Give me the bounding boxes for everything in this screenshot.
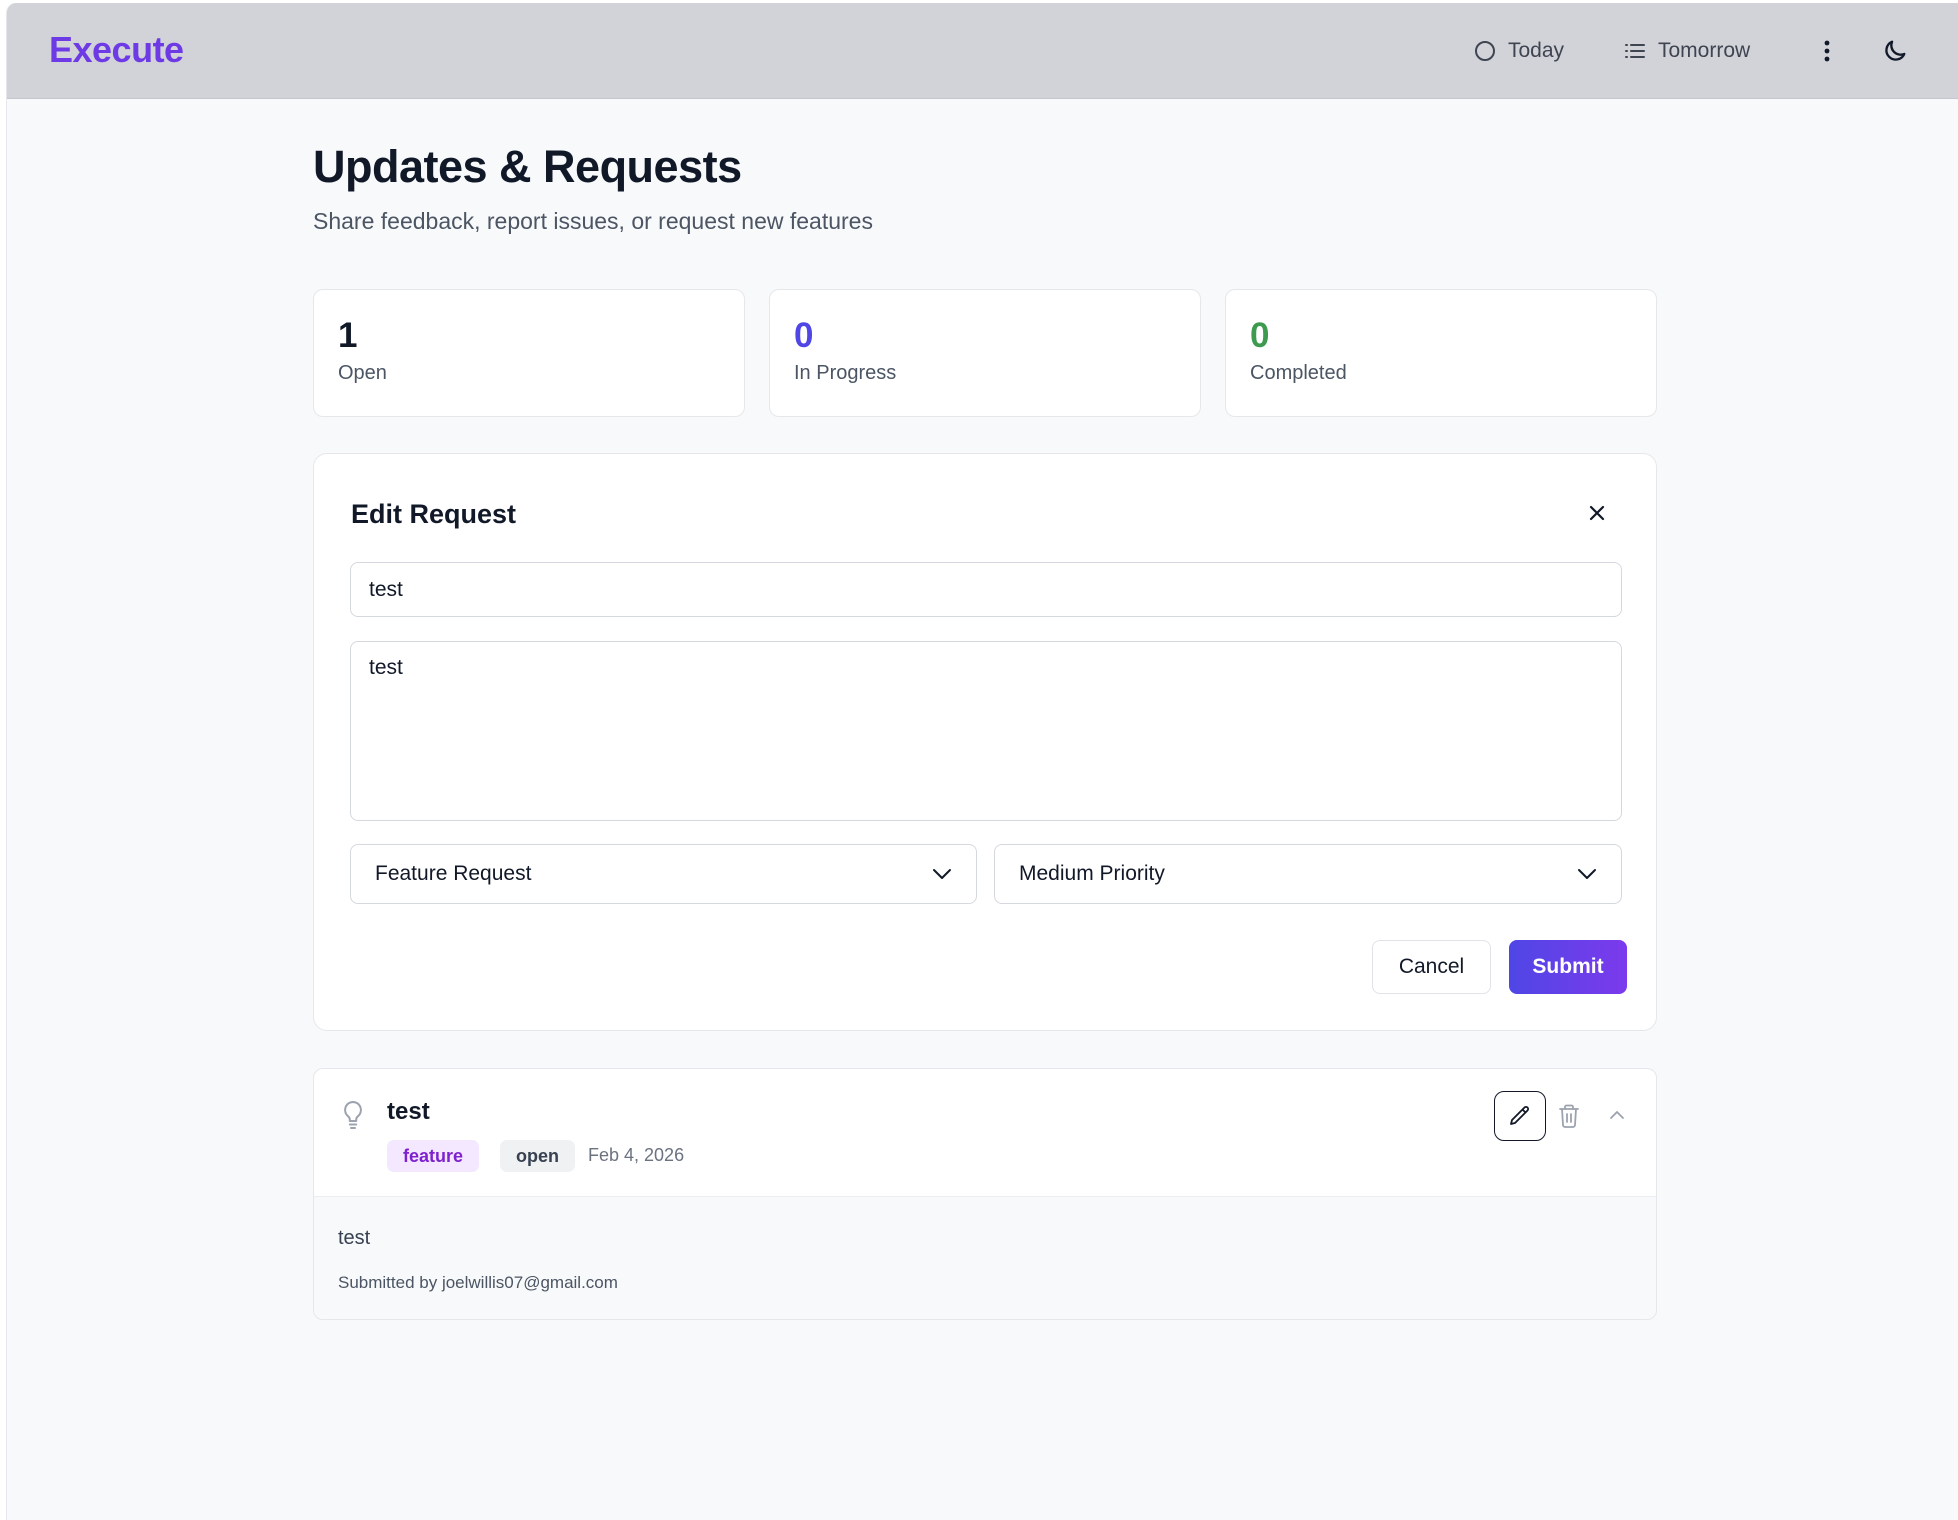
request-details: test Submitted by joelwillis07@gmail.com [314,1196,1656,1319]
stat-open-count: 1 [338,316,358,355]
stats-row: 1 Open 0 In Progress 0 Completed [313,289,1657,417]
request-submitted-by: Submitted by joelwillis07@gmail.com [338,1273,618,1292]
stat-completed-count: 0 [1250,316,1270,355]
stat-card-completed: 0 Completed [1225,289,1657,417]
collapse-request-button[interactable] [1606,1105,1628,1125]
stat-card-open: 1 Open [313,289,745,417]
request-status-badge: open [500,1140,575,1172]
request-type-select[interactable]: Feature Request [350,844,977,904]
stat-open-label: Open [338,362,387,384]
request-title: test [387,1098,430,1125]
edit-request-card: Edit Request test Feature Request Medium… [313,453,1657,1031]
chevron-down-icon [933,869,951,879]
delete-request-button[interactable] [1557,1103,1581,1129]
page-title: Updates & Requests [313,141,742,192]
request-list-item: test feature open Feb 4, 2026 test Submi… [313,1068,1657,1320]
brand-logo[interactable]: Execute [49,29,184,71]
submit-button[interactable]: Submit [1509,940,1627,994]
stat-in-progress-label: In Progress [794,362,897,384]
close-icon [1589,505,1605,521]
stat-completed-label: Completed [1250,362,1347,384]
request-type-badge: feature [387,1140,480,1172]
chevron-up-icon [1610,1111,1624,1119]
moon-icon [1885,40,1906,61]
request-title-input[interactable] [350,562,1622,617]
trash-icon [1559,1104,1579,1128]
request-type-selected: Feature Request [375,862,532,885]
nav-tomorrow-label: Tomorrow [1658,39,1751,62]
request-date: Feb 4, 2026 [588,1145,685,1165]
request-priority-select[interactable]: Medium Priority [994,844,1622,904]
stat-in-progress-count: 0 [794,316,814,355]
more-vertical-icon [1824,40,1830,62]
stat-card-in-progress: 0 In Progress [769,289,1201,417]
cancel-button[interactable]: Cancel [1372,940,1491,994]
nav-today-label: Today [1508,39,1565,62]
theme-toggle-button[interactable] [1881,37,1909,65]
edit-request-title: Edit Request [351,499,517,529]
pencil-icon [1510,1106,1529,1125]
chevron-down-icon [1578,869,1596,879]
lightbulb-icon [344,1101,362,1129]
request-description-textarea[interactable]: test [350,641,1622,821]
circle-icon [1475,41,1495,61]
nav-tomorrow[interactable]: Tomorrow [1624,39,1750,63]
edit-request-button[interactable] [1494,1091,1546,1141]
nav-today[interactable]: Today [1474,39,1564,63]
close-button[interactable] [1584,500,1610,526]
request-priority-selected: Medium Priority [1019,862,1165,885]
list-icon [1625,44,1645,58]
page-subtitle: Share feedback, report issues, or reques… [313,208,873,234]
app-window: Execute Today Tomorrow Updates & Request… [6,3,1958,1520]
request-description: test [338,1227,371,1249]
more-menu-button[interactable] [1815,37,1839,65]
top-navigation-bar: Execute Today Tomorrow [7,3,1958,99]
